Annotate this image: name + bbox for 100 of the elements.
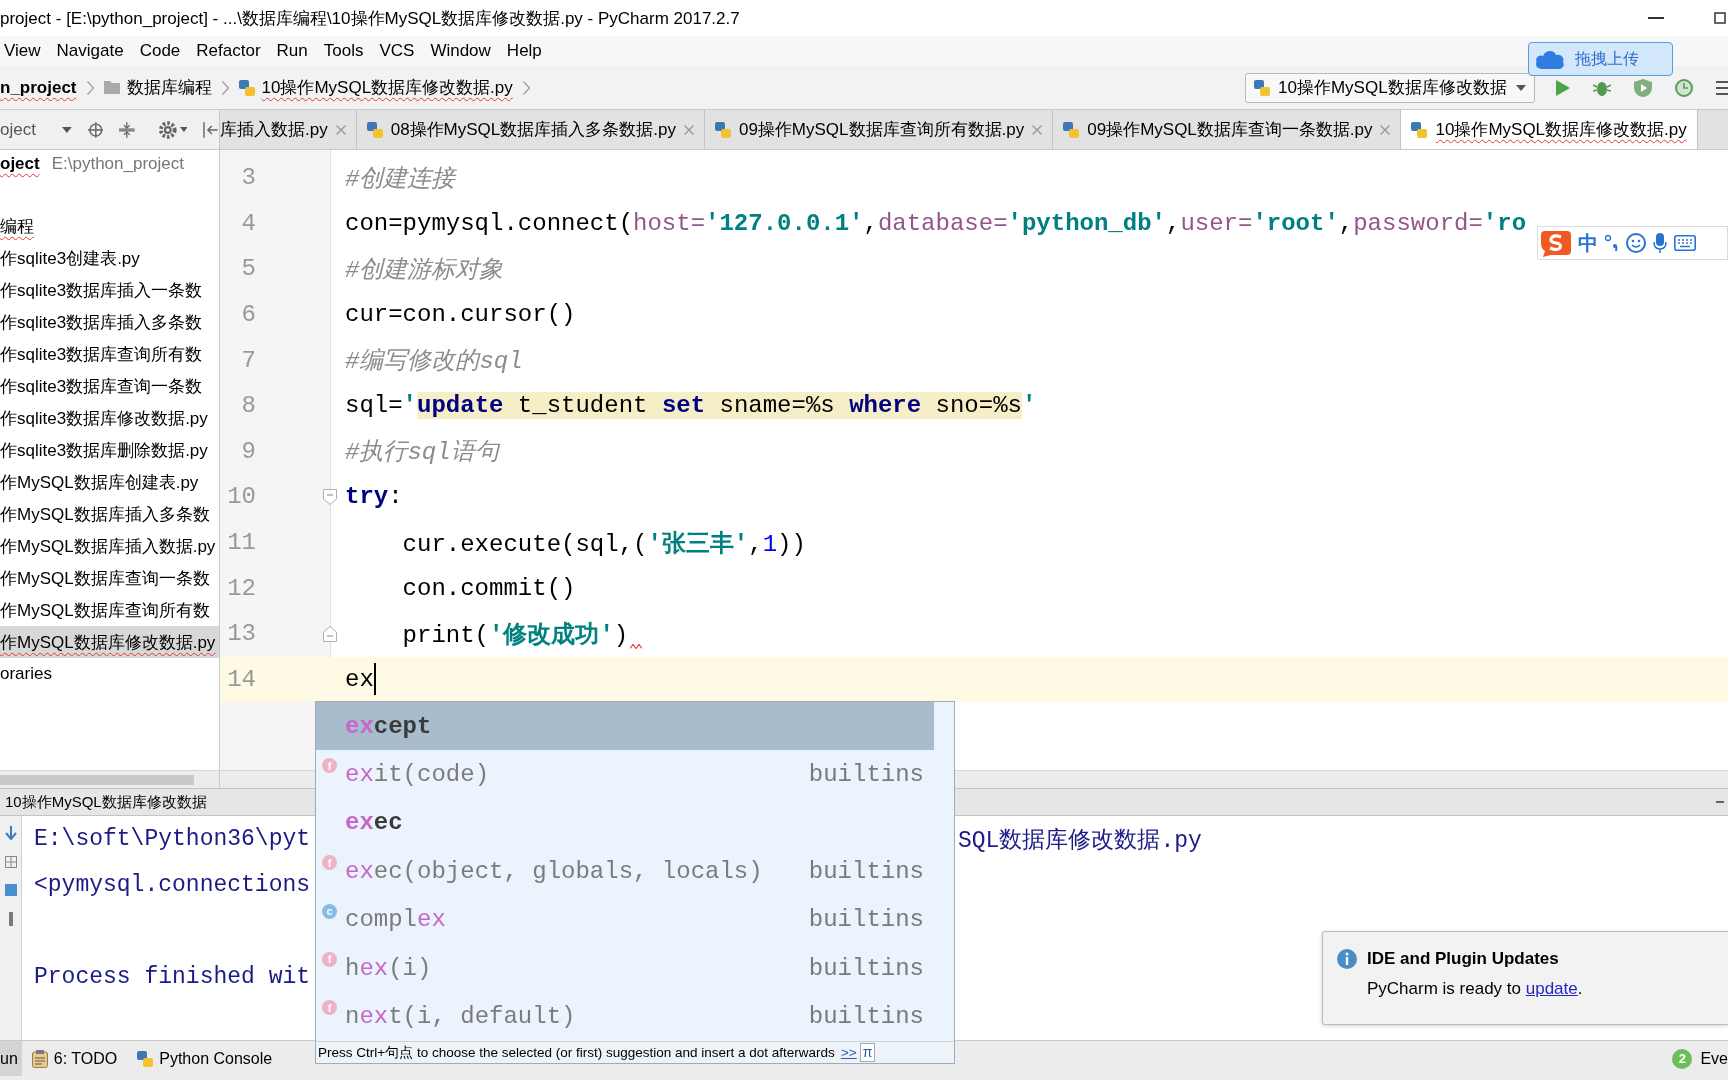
- clock-icon[interactable]: [1675, 78, 1693, 97]
- completion-item[interactable]: f exec(object, globals, locals) builtins: [316, 847, 934, 896]
- line-number: 12: [226, 574, 256, 602]
- update-link[interactable]: update: [1525, 979, 1578, 998]
- tree-item[interactable]: 作sqlite3数据库修改数据.py: [0, 402, 219, 434]
- menu-item[interactable]: VCS: [371, 38, 423, 64]
- event-log-button[interactable]: 2 Eve: [1662, 1041, 1728, 1076]
- console-line: SQL数据库修改数据.py: [958, 826, 1202, 855]
- notification-text: PyCharm is ready to update.: [1367, 979, 1584, 999]
- crosshair-icon[interactable]: [87, 121, 104, 138]
- tree-item[interactable]: 作sqlite3数据库查询所有数: [0, 338, 219, 370]
- code-line: con.commit(): [401, 574, 576, 602]
- menu-item[interactable]: Navigate: [48, 38, 132, 64]
- count-badge: 2: [1672, 1048, 1693, 1069]
- line-number: 13: [226, 620, 256, 648]
- line-number: 6: [240, 301, 256, 329]
- fold-icon[interactable]: [323, 488, 337, 505]
- run-configuration-dropdown[interactable]: 10操作MySQL数据库修改数据: [1245, 72, 1535, 103]
- code-line: #创建连接: [345, 164, 456, 194]
- close-icon[interactable]: [1032, 124, 1043, 135]
- editor-tab[interactable]: 08操作MySQL数据库插入多条数据.py: [356, 110, 705, 149]
- run-tab-title[interactable]: 10操作MySQL数据库修改数据: [5, 792, 207, 812]
- tree-item[interactable]: 作sqlite3数据库插入多条数: [0, 306, 219, 338]
- menu-item[interactable]: Tools: [315, 38, 372, 64]
- completion-item[interactable]: f next(i, default) builtins: [316, 992, 934, 1041]
- tree-item[interactable]: 作sqlite3数据库插入一条数: [0, 274, 219, 306]
- line-number: 10: [226, 483, 256, 511]
- tree-item[interactable]: 作sqlite3数据库查询一条数: [0, 370, 219, 402]
- menu-item[interactable]: Help: [498, 38, 550, 64]
- cloud-icon: [1535, 49, 1565, 69]
- more-link[interactable]: >>: [840, 1045, 857, 1060]
- python-file-icon: [1254, 79, 1270, 96]
- python-file-icon: [238, 79, 255, 96]
- pin-button[interactable]: π: [859, 1043, 876, 1062]
- code-line: try:: [345, 483, 403, 511]
- line-number: 5: [240, 255, 256, 283]
- completion-item[interactable]: f exit(code) builtins: [316, 750, 934, 799]
- scrollbar-thumb[interactable]: [0, 774, 194, 785]
- editor-tab[interactable]: 09操作MySQL数据库查询所有数据.py: [704, 110, 1054, 149]
- panel-title: oject: [0, 119, 36, 140]
- breadcrumb[interactable]: n_project: [0, 77, 77, 98]
- tree-item[interactable]: 作MySQL数据库查询所有数: [0, 594, 219, 626]
- line-number: 8: [240, 392, 256, 420]
- menu-item[interactable]: Run: [268, 38, 316, 64]
- breadcrumb[interactable]: 数据库编程: [126, 76, 212, 99]
- completion-item[interactable]: f hex(i) builtins: [316, 943, 934, 993]
- close-icon[interactable]: [1380, 124, 1391, 135]
- list-icon[interactable]: [1716, 80, 1728, 95]
- breadcrumb[interactable]: 10操作MySQL数据库修改数据.py: [261, 76, 513, 99]
- tree-item[interactable]: 作MySQL数据库创建表.py: [0, 466, 219, 498]
- caret-icon[interactable]: [179, 127, 188, 132]
- tree-item[interactable]: 作sqlite3创建表.py: [0, 242, 219, 274]
- hint-text: Press Ctrl+句点 to choose the selected (or first) suggestion and insert a dot afterwards: [318, 1043, 835, 1062]
- menu-item[interactable]: Code: [131, 38, 189, 64]
- close-icon[interactable]: [683, 124, 694, 135]
- play-icon[interactable]: [1556, 79, 1570, 96]
- tree-item[interactable]: 编程: [0, 210, 219, 242]
- down-arrow-icon[interactable]: [4, 826, 17, 840]
- tree-item[interactable]: 作MySQL数据库插入多条数: [0, 498, 219, 530]
- punctuation-icon[interactable]: [1605, 235, 1619, 251]
- editor-tab[interactable]: 库插入数据.py: [220, 110, 357, 149]
- bar-icon[interactable]: [8, 912, 13, 926]
- keyboard-icon[interactable]: [1674, 235, 1696, 251]
- line-number: 7: [240, 346, 256, 374]
- close-icon[interactable]: [335, 124, 346, 135]
- upload-button[interactable]: 拖拽上传: [1528, 42, 1673, 76]
- shield-icon[interactable]: [1634, 78, 1652, 97]
- console-line: E:\soft\Python36\pyt: [34, 826, 311, 852]
- tree-item[interactable]: oject E:\python_project: [0, 150, 219, 178]
- tool-window-button[interactable]: un: [0, 1041, 22, 1076]
- microphone-icon[interactable]: [1653, 233, 1667, 253]
- fold-icon[interactable]: [323, 625, 337, 642]
- menu-item[interactable]: View: [0, 38, 49, 64]
- smiley-icon[interactable]: [1626, 233, 1646, 253]
- editor-tab[interactable]: 10操作MySQL数据库修改数据.py: [1401, 110, 1698, 149]
- notification-title: IDE and Plugin Updates: [1367, 949, 1559, 969]
- completion-item[interactable]: c complex builtins: [316, 895, 934, 944]
- completion-item[interactable]: exec: [316, 798, 934, 848]
- source-label: builtins: [808, 954, 924, 982]
- square-icon[interactable]: [4, 884, 17, 896]
- collapse-icon[interactable]: [119, 121, 135, 138]
- tree-item[interactable]: 作sqlite3数据库删除数据.py: [0, 434, 219, 466]
- menu-item[interactable]: Window: [422, 38, 499, 64]
- tool-window-button[interactable]: Python Console: [127, 1041, 283, 1076]
- grid-icon[interactable]: [4, 856, 17, 868]
- gear-icon[interactable]: [158, 120, 177, 139]
- tool-window-button[interactable]: 6: TODO: [21, 1041, 128, 1076]
- completion-item[interactable]: except: [316, 702, 934, 751]
- caret-icon[interactable]: [61, 126, 72, 133]
- menu-item[interactable]: Refactor: [188, 38, 269, 64]
- window-title: project - [E:\python_project] - ...\数据库编程\10操作MySQL数据库修改数据.py - PyCharm 2017.2.7: [0, 7, 740, 30]
- app-logo-icon[interactable]: [1541, 229, 1571, 257]
- bar-arrow-icon[interactable]: [203, 121, 219, 138]
- maximize-icon[interactable]: [1714, 12, 1726, 24]
- code-line: #创建游标对象: [345, 256, 504, 285]
- tree-item[interactable]: 作MySQL数据库插入数据.py: [0, 530, 219, 562]
- tree-item[interactable]: oraries: [0, 658, 219, 690]
- input-mode-label[interactable]: 中: [1578, 229, 1598, 257]
- tree-item[interactable]: 作MySQL数据库查询一条数: [0, 562, 219, 594]
- tree-item[interactable]: 作MySQL数据库修改数据.py: [0, 626, 219, 658]
